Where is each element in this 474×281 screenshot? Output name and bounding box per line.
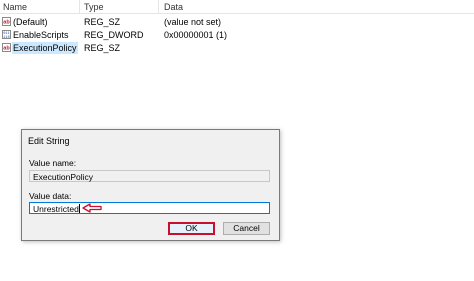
column-divider[interactable] [79,0,80,13]
value-name: ExecutionPolicy [12,42,78,54]
cancel-button[interactable]: Cancel [223,222,270,235]
svg-text:ab: ab [3,46,10,52]
value-name-field: ExecutionPolicy [29,170,270,182]
value-name-label: Value name: [29,158,77,168]
value-type: REG_DWORD [84,30,144,40]
value-data-input[interactable]: Unrestricted [29,202,270,214]
column-divider[interactable] [158,0,159,13]
value-type: REG_SZ [84,43,121,53]
ok-button[interactable]: OK [168,222,215,235]
registry-value-row-enablescripts[interactable]: 011 110 EnableScripts REG_DWORD 0x000000… [0,29,474,41]
edit-string-dialog: Edit String Value name: ExecutionPolicy … [21,129,280,241]
value-data: (value not set) [164,17,222,27]
registry-value-row-default[interactable]: ab (Default) REG_SZ (value not set) [0,16,474,28]
svg-text:110: 110 [3,36,9,39]
column-header-type[interactable]: Type [84,2,104,13]
value-type: REG_SZ [84,17,121,27]
value-name: (Default) [13,17,48,27]
text-caret [78,204,80,213]
value-data: 0x00000001 (1) [164,30,228,40]
string-value-icon: ab [2,43,11,52]
dialog-title: Edit String [28,136,70,146]
string-value-icon: ab [2,17,11,26]
value-name: EnableScripts [13,30,69,40]
registry-value-row-executionpolicy[interactable]: ab ExecutionPolicy REG_SZ [0,42,474,54]
list-header: Name Type Data [0,0,474,14]
column-header-data[interactable]: Data [164,2,183,13]
value-data-text: Unrestricted [33,204,79,214]
svg-text:ab: ab [3,20,10,26]
binary-value-icon: 011 110 [2,30,11,39]
annotation-arrow-icon [82,203,102,213]
column-header-name[interactable]: Name [3,2,27,13]
value-data-label: Value data: [29,191,72,201]
